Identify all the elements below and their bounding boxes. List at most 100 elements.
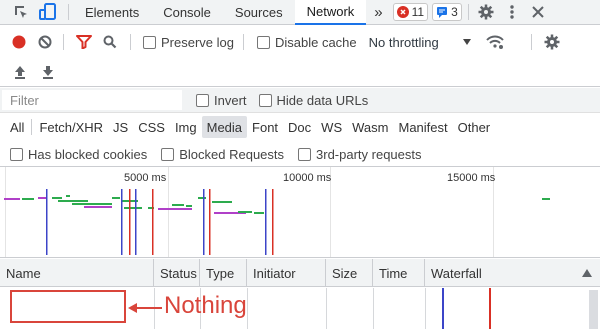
column-header-waterfall[interactable]: Waterfall [425,259,600,287]
filter-funnel-icon[interactable] [72,30,96,54]
network-toolbar: Preserve log Disable cache No throttling [0,26,600,58]
overview-request-bars [4,189,550,255]
has-blocked-cookies-checkbox[interactable]: Has blocked cookies [10,147,147,162]
blocked-requests-label: Blocked Requests [179,146,285,162]
type-filter-css[interactable]: CSS [133,116,170,138]
tab-separator [68,4,69,20]
search-icon[interactable] [98,30,122,54]
errors-count: 11 [411,5,425,19]
column-header-initiator[interactable]: Initiator [247,259,326,287]
import-har-icon[interactable] [8,60,32,84]
disable-cache-checkbox[interactable]: Disable cache [256,34,357,50]
divider [0,112,600,113]
annotation-highlight-box [10,290,126,323]
annotation-arrow-icon [128,303,162,313]
import-export-toolbar [0,58,600,85]
more-tabs-button[interactable]: » [366,0,390,25]
message-icon [437,7,448,18]
kebab-menu-icon[interactable] [499,0,525,24]
disable-cache-label: Disable cache [274,34,357,50]
column-divider [425,288,426,329]
third-party-requests-box[interactable] [298,147,312,161]
type-filter-media[interactable]: Media [201,116,248,138]
type-filter-font[interactable]: Font [247,116,283,138]
preserve-log-checkbox[interactable]: Preserve log [143,35,234,50]
annotation-text: Nothing [164,292,247,319]
filter-bar: Invert Hide data URLs [0,88,600,112]
blocked-filters: Has blocked cookies Blocked Requests 3rd… [0,142,600,166]
network-conditions-icon[interactable] [483,30,507,54]
column-header-status[interactable]: Status [154,259,200,287]
third-party-requests-checkbox[interactable]: 3rd-party requests [298,147,422,162]
type-filter-ws[interactable]: WS [316,116,347,138]
type-filter-all[interactable]: All [5,116,29,138]
toolbar-separator [242,34,244,50]
type-separator [31,119,33,135]
hide-data-urls-box[interactable] [258,93,272,107]
column-header-name[interactable]: Name [0,259,154,287]
column-divider [326,288,327,329]
tab-elements[interactable]: Elements [73,0,151,25]
toolbar-separator [530,34,532,50]
messages-badge[interactable]: 3 [432,3,462,21]
type-filter-fetch-xhr[interactable]: Fetch/XHR [34,116,108,138]
tab-network[interactable]: Network [294,0,367,25]
invert-label: Invert [214,92,247,108]
invert-checkbox[interactable]: Invert [196,93,247,108]
type-filter-other[interactable]: Other [453,116,496,138]
type-filter-doc[interactable]: Doc [283,116,316,138]
overview-event-lines [46,189,274,255]
waterfall-label: Waterfall [431,265,482,281]
sort-ascending-icon [582,269,592,277]
type-filter-wasm[interactable]: Wasm [347,116,393,138]
error-icon [396,6,409,18]
column-divider [247,288,248,329]
throttling-value: No throttling [368,34,439,50]
throttling-select[interactable]: No throttling [369,35,471,50]
has-blocked-cookies-label: Has blocked cookies [28,146,148,162]
resource-type-filters: All Fetch/XHR JS CSS Img Media Font Doc … [0,114,600,140]
hide-data-urls-label: Hide data URLs [276,92,369,108]
scrollbar-thumb[interactable] [589,290,598,329]
invert-box[interactable] [196,93,209,107]
clear-icon[interactable] [33,30,57,54]
tab-console[interactable]: Console [151,0,223,25]
messages-count: 3 [451,5,458,19]
preserve-log-box[interactable] [143,35,156,49]
tab-separator [467,4,469,20]
record-icon[interactable] [7,30,31,54]
disable-cache-box[interactable] [256,35,270,49]
close-icon[interactable] [525,0,551,24]
filter-input[interactable] [2,90,182,110]
settings-gear-icon[interactable] [473,0,499,24]
type-filter-manifest[interactable]: Manifest [393,116,452,138]
column-divider [373,288,374,329]
hide-data-urls-checkbox[interactable]: Hide data URLs [258,92,369,108]
has-blocked-cookies-box[interactable] [10,147,23,161]
errors-badge[interactable]: 11 [392,3,429,21]
waterfall-load-line [489,288,491,329]
divider [0,86,600,87]
column-header-size[interactable]: Size [326,259,373,287]
toolbar-separator [130,34,131,50]
tab-sources[interactable]: Sources [223,0,295,25]
toolbar-separator [63,34,64,50]
network-overview-timeline[interactable]: 5000 ms 10000 ms 15000 ms [0,166,600,258]
inspect-element-icon[interactable] [6,0,36,24]
devtools-tab-bar: Elements Console Sources Network » 11 3 [0,0,600,25]
network-settings-gear-icon[interactable] [540,30,564,54]
device-toolbar-icon[interactable] [36,0,60,24]
type-filter-img[interactable]: Img [170,116,202,138]
blocked-requests-checkbox[interactable]: Blocked Requests [161,147,284,162]
column-header-time[interactable]: Time [373,259,425,287]
request-table-header: Name Status Type Initiator Size Time Wat… [0,259,600,287]
waterfall-dom-line [442,288,444,329]
overview-activity-bars [4,195,550,214]
third-party-requests-label: 3rd-party requests [316,146,422,162]
column-header-type[interactable]: Type [200,259,247,287]
preserve-log-label: Preserve log [161,34,234,50]
export-har-icon[interactable] [36,60,60,84]
blocked-requests-box[interactable] [161,147,175,161]
type-filter-js[interactable]: JS [108,116,133,138]
dropdown-arrow-icon [462,39,471,45]
